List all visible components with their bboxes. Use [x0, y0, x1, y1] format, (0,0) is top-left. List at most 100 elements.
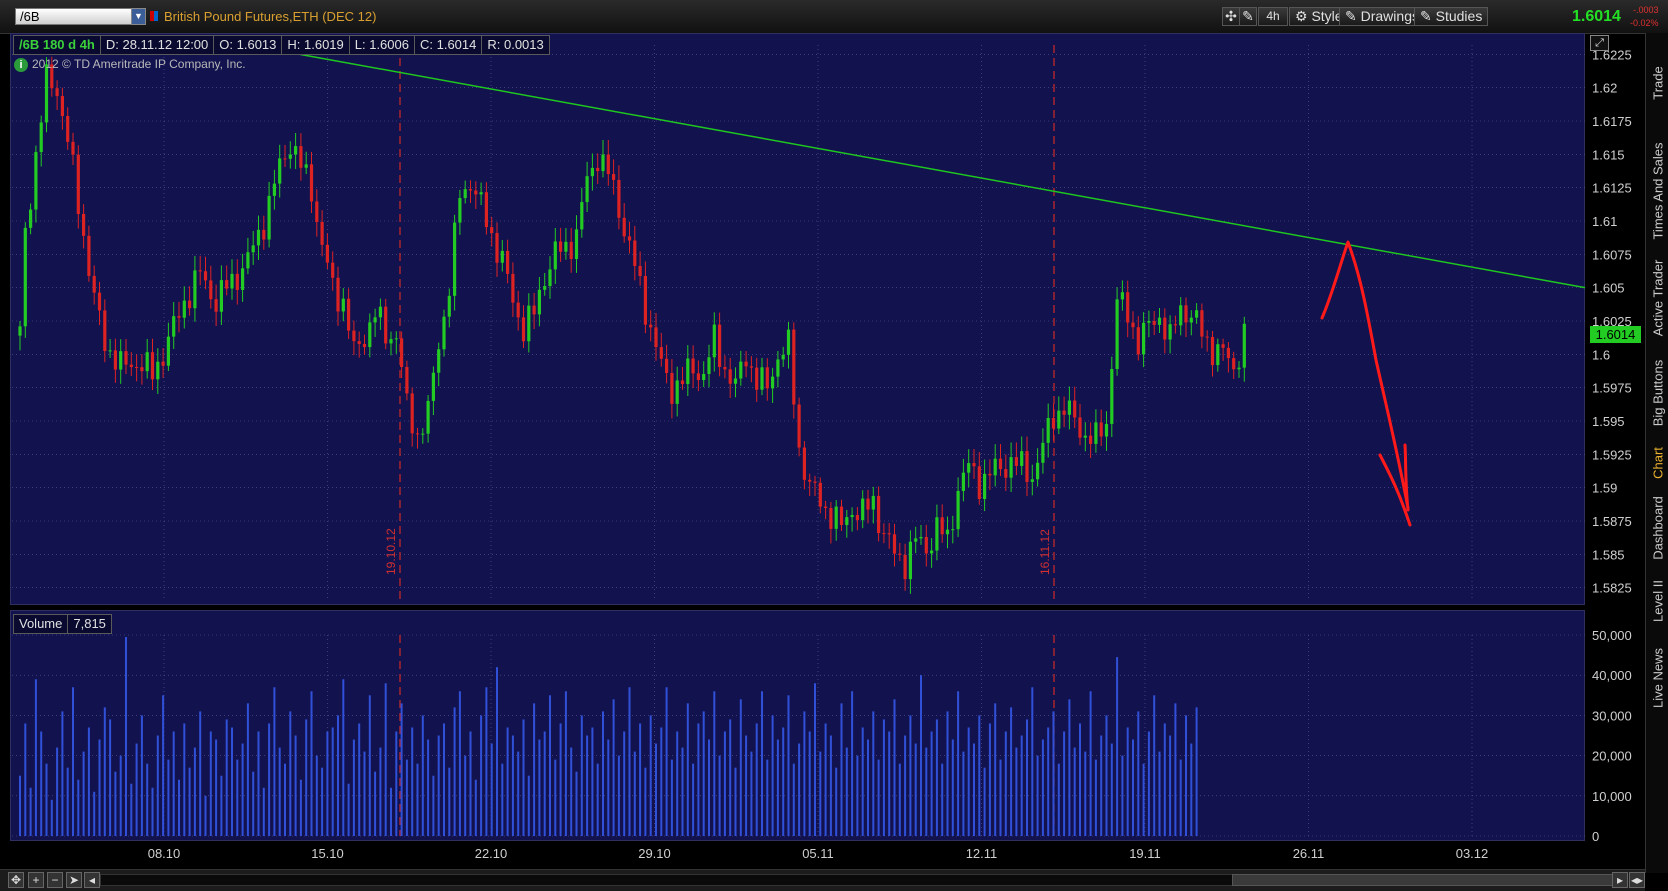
candle-body [272, 183, 276, 196]
candle-body [813, 481, 817, 483]
study-period-label[interactable]: /6B 180 d 4h [13, 35, 101, 55]
scrollbar-thumb[interactable] [1232, 874, 1617, 886]
volume-bar [978, 715, 981, 836]
candle-body [113, 350, 117, 370]
volume-axis: 50,000 40,000 30,000 20,000 10,000 0 [1592, 628, 1632, 844]
scroll-left-icon[interactable]: ◂ [84, 872, 100, 888]
volume-bar [1073, 747, 1076, 836]
candle-body [140, 367, 144, 372]
pan-icon[interactable]: ✥ [8, 872, 24, 888]
right-tab-label: Live News [1650, 648, 1665, 708]
candle-body [924, 537, 928, 554]
chart-expand-icon[interactable]: ⤢ [1590, 35, 1609, 51]
volume-bar [596, 763, 599, 836]
candle-body [564, 241, 568, 252]
volume-bar [421, 715, 424, 836]
candle-body [219, 280, 223, 312]
volume-bar [872, 711, 875, 836]
volume-bar [1047, 727, 1050, 836]
volume-bar [501, 763, 504, 836]
volume-bar [633, 751, 636, 836]
chart-canvas[interactable]: 19.10.12 16.11.12 1.62251.621.61751.6151.… [0, 0, 1645, 869]
cursor-icon[interactable]: ➤ [66, 872, 82, 888]
candle-body [39, 122, 43, 153]
candle-body [1147, 320, 1151, 323]
volume-bar [29, 787, 32, 836]
volume-bar [496, 667, 498, 836]
candle-body [818, 482, 822, 507]
volume-bar [1116, 657, 1119, 836]
candle-body [1046, 418, 1050, 443]
candle-body [781, 354, 785, 360]
ohlc-info-bar: /6B 180 d 4h D: 28.11.12 12:00 O: 1.6013… [13, 35, 550, 55]
volume-bar [199, 711, 202, 836]
right-tab-big-buttons[interactable]: Big Buttons [1646, 348, 1668, 438]
candle-body [919, 537, 923, 539]
volume-bar [951, 739, 954, 836]
volume-bar [1094, 759, 1097, 836]
candle-body [283, 158, 287, 160]
volume-bar [1132, 739, 1134, 836]
candle-body [235, 273, 239, 290]
volume-bar [103, 707, 106, 836]
candle-body [898, 553, 902, 555]
candle-body [484, 192, 488, 228]
volume-bar [448, 767, 451, 836]
volume-bar [294, 735, 297, 836]
right-tab-chart[interactable]: Chart [1646, 438, 1668, 488]
volume-bar [321, 767, 324, 836]
volume-bar [845, 747, 848, 836]
volume-bar [178, 779, 180, 836]
volume-bar [379, 747, 382, 836]
candle-body [320, 221, 324, 245]
right-tab-live-news[interactable]: Live News [1646, 633, 1668, 723]
volume-bar [713, 691, 716, 836]
candle-body [347, 298, 351, 331]
right-tab-times-and-sales[interactable]: Times And Sales [1646, 133, 1668, 248]
right-tab-label: Active Trader [1650, 259, 1665, 337]
volume-bar [204, 795, 207, 836]
candle-body [87, 235, 91, 276]
volume-bar [930, 731, 933, 836]
zoom-in-icon[interactable]: + [28, 872, 44, 888]
volume-label[interactable]: Volume [13, 614, 69, 634]
volume-bar [1036, 755, 1039, 836]
candle-body [18, 326, 22, 336]
volume-bar [925, 747, 928, 836]
info-open: O: 1.6013 [213, 35, 283, 55]
candle-body [246, 252, 250, 269]
price-tick-label: 1.5825 [1592, 581, 1632, 596]
volume-bar [1084, 751, 1087, 836]
volume-bar [734, 767, 737, 836]
volume-bar [739, 699, 742, 836]
volume-bar [427, 739, 430, 836]
candle-body [808, 479, 812, 482]
candle-body [903, 554, 907, 580]
zoom-out-icon[interactable]: − [47, 872, 63, 888]
candle-body [543, 286, 547, 290]
volume-bar [522, 719, 525, 836]
candle-body [622, 217, 626, 237]
right-tab-trade[interactable]: Trade [1646, 33, 1668, 133]
volume-bar [999, 759, 1002, 836]
candle-body [124, 351, 128, 365]
volume-bar [692, 763, 695, 836]
candle-body [1237, 367, 1241, 370]
volume-bar [983, 767, 986, 836]
info-icon[interactable]: i [14, 58, 28, 72]
candle-body [352, 330, 356, 342]
candle-body [400, 338, 404, 368]
right-tab-active-trader[interactable]: Active Trader [1646, 248, 1668, 348]
candle-body [972, 463, 976, 467]
expand-time-icon[interactable]: ◂▸ [1629, 872, 1645, 888]
volume-bar [151, 787, 154, 836]
right-tab-level-ii[interactable]: Level II [1646, 568, 1668, 633]
right-tab-dashboard[interactable]: Dashboard [1646, 488, 1668, 568]
volume-bar [967, 727, 970, 836]
volume-bar [655, 743, 657, 836]
candle-body [760, 367, 764, 390]
volume-bar [612, 699, 615, 836]
candle-body [193, 270, 197, 309]
volume-bar [1063, 731, 1066, 836]
scroll-right-icon[interactable]: ▸ [1612, 872, 1628, 888]
